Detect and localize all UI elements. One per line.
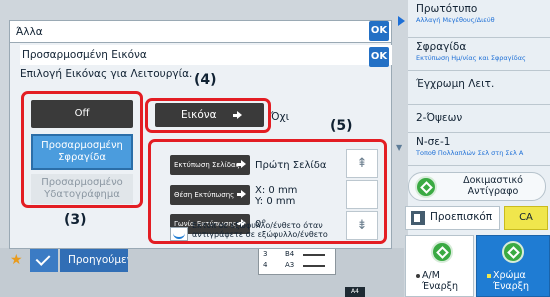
tray-3-number: 3 — [263, 250, 268, 258]
start-diamond-icon — [431, 241, 453, 263]
tray-4-size: A3 — [285, 261, 295, 269]
off-option[interactable]: Off — [31, 100, 133, 128]
original-item[interactable]: Πρωτότυπο Αλλαγή Μεγέθους/Διεύθ — [408, 0, 550, 38]
star-icon[interactable]: ★ — [10, 250, 30, 270]
bw-dot-icon — [416, 273, 420, 278]
tray-status: 3 B4 4 A3 — [258, 248, 336, 275]
panel-scroll-down-icon[interactable]: ▼ — [396, 143, 402, 152]
proof-button[interactable]: Προεπισκόπ — [405, 206, 500, 230]
custom-image-title: Προσαρμοσμένη Εικόνα — [20, 45, 392, 65]
tray-3-size: B4 — [285, 250, 295, 258]
print-position-y: Y: 0 mm — [255, 196, 296, 207]
nup-sublabel: Τοποθ Πολλαπλών Σελ στη Σελ Α — [416, 149, 524, 157]
image-button[interactable]: Εικόνα — [155, 103, 264, 127]
callout-4: (4) — [194, 72, 217, 88]
panel-pointer-icon — [398, 16, 405, 26]
bw-start-label: Α/Μ Έναρξη — [416, 270, 458, 292]
stamp-item[interactable]: Σφραγίδα Εκτύπωση Ημ/νίας και Σφραγίδας — [408, 38, 550, 71]
preview-copy-label: Δοκιμαστικό Αντίγραφο — [463, 175, 523, 197]
color-start-line2: Έναρξη — [493, 281, 530, 292]
bw-start-line2: Έναρξη — [422, 281, 459, 292]
duplex-item[interactable]: 2-Όψεων — [408, 105, 550, 133]
original-label: Πρωτότυπο — [416, 3, 478, 15]
color-start-label: Χρώμα Έναρξη — [487, 270, 529, 292]
preview-doc-icon — [411, 211, 425, 225]
print-position-label: Θέση Εκτύπωσης — [174, 191, 235, 199]
dialog-title: Άλλα — [9, 20, 392, 43]
cover-print-label: Εκτύπ σε εξώφυλλο/ένθετο όταν αντιγράφετ… — [192, 221, 328, 239]
preview-copy-button[interactable]: Δοκιμαστικό Αντίγραφο — [408, 172, 546, 201]
image-button-label: Εικόνα — [181, 109, 217, 121]
start-diamond-icon — [502, 241, 524, 263]
color-mode-label: Έγχρωμη Λειτ. — [416, 78, 495, 90]
callout-5: (5) — [330, 118, 353, 134]
color-dots-icon — [487, 273, 491, 278]
screen: Πρωτότυπο Αλλαγή Μεγέθους/Διεύθ Σφραγίδα… — [0, 0, 550, 297]
scroll-up-icon[interactable]: ⇞ — [346, 149, 378, 178]
duplex-label: 2-Όψεων — [416, 112, 463, 124]
print-position-button[interactable]: Θέση Εκτύπωσης — [170, 185, 250, 205]
start-diamond-icon — [415, 176, 437, 198]
callout-3: (3) — [64, 212, 87, 228]
print-pages-button[interactable]: Εκτύπωση Σελίδας — [170, 155, 250, 175]
proof-label: Προεπισκόπ — [430, 211, 493, 223]
color-mode-item[interactable]: Έγχρωμη Λειτ. — [408, 71, 550, 105]
stamp-sublabel: Εκτύπωση Ημ/νίας και Σφραγίδας — [416, 54, 526, 62]
custom-image-ok-button[interactable]: OK — [369, 47, 389, 67]
scroll-track[interactable] — [346, 180, 378, 209]
custom-watermark-option: Προσαρμοσμένο Υδατογράφημα — [31, 174, 133, 204]
ok-button[interactable]: OK — [369, 21, 389, 41]
bw-start-line1: Α/Μ — [422, 270, 440, 281]
custom-stamp-option[interactable]: Προσαρμοσμένη Σφραγίδα — [31, 134, 133, 170]
print-pages-label: Εκτύπωση Σελίδας — [174, 161, 240, 169]
color-start-button[interactable]: Χρώμα Έναρξη — [476, 235, 550, 297]
stamp-label: Σφραγίδα — [416, 41, 467, 53]
image-value: Όχι — [271, 111, 290, 123]
bw-start-button[interactable]: Α/Μ Έναρξη — [405, 235, 474, 297]
tray-3-level — [303, 254, 325, 256]
previous-button[interactable]: Προηγούμεν — [60, 248, 128, 272]
arrow-right-icon — [233, 111, 242, 120]
tray-4-level — [303, 265, 325, 267]
arrow-right-icon — [237, 160, 246, 169]
original-sublabel: Αλλαγή Μεγέθους/Διεύθ — [416, 16, 495, 24]
print-pages-value: Πρώτη Σελίδα — [255, 160, 327, 171]
option-group: Off Προσαρμοσμένη Σφραγίδα Προσαρμοσμένο… — [21, 91, 143, 208]
nup-label: Ν-σε-1 — [416, 136, 451, 148]
check-icon[interactable] — [30, 248, 58, 272]
color-start-line1: Χρώμα — [493, 270, 526, 281]
nup-item[interactable]: Ν-σε-1 Τοποθ Πολλαπλών Σελ στη Σελ Α — [408, 133, 550, 166]
arrow-right-icon — [237, 190, 246, 199]
clear-all-button[interactable]: CA — [504, 206, 548, 230]
cover-checkbox-icon[interactable] — [170, 227, 188, 241]
paper-size-chip: A4 — [345, 287, 365, 297]
print-position-x: X: 0 mm — [255, 185, 298, 196]
tray-4-number: 4 — [263, 261, 268, 269]
